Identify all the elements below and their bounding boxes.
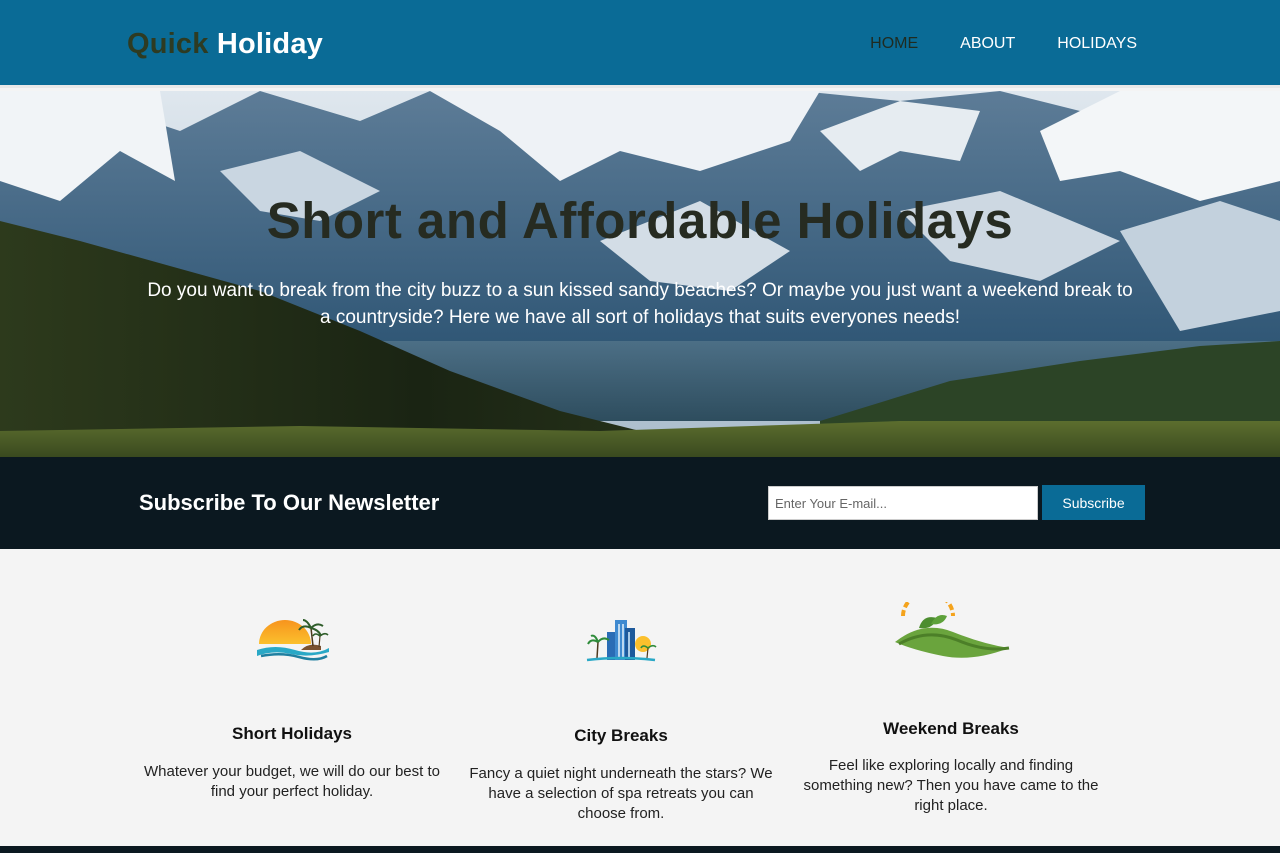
hero-banner: Short and Affordable Holidays Do you wan… xyxy=(0,91,1280,457)
nav-home[interactable]: HOME xyxy=(870,35,918,53)
feature-title: City Breaks xyxy=(574,726,668,745)
main-nav: HOME ABOUT HOLIDAYS xyxy=(870,35,1137,53)
feature-description: Whatever your budget, we will do our bes… xyxy=(144,763,440,800)
feature-title: Weekend Breaks xyxy=(883,719,1019,738)
newsletter-bar: Subscribe To Our Newsletter Subscribe xyxy=(0,457,1280,549)
mountain-landscape-image xyxy=(0,91,1280,457)
logo-part-holiday: Holiday xyxy=(216,28,324,60)
hero-title: Short and Affordable Holidays xyxy=(266,192,1014,249)
feature-weekend-breaks: Weekend Breaks Feel like exploring local… xyxy=(796,600,1106,820)
nav-holidays[interactable]: HOLIDAYS xyxy=(1057,35,1137,53)
feature-description: Fancy a quiet night underneath the stars… xyxy=(469,765,773,822)
beach-sunset-icon xyxy=(257,619,329,661)
nav-about[interactable]: ABOUT xyxy=(960,35,1015,53)
feature-description: Feel like exploring locally and finding … xyxy=(803,757,1099,814)
city-buildings-icon xyxy=(586,620,657,662)
newsletter-title: Subscribe To Our Newsletter xyxy=(139,490,440,515)
email-input[interactable] xyxy=(768,486,1038,520)
feature-short-holidays: Short Holidays Whatever your budget, we … xyxy=(137,600,447,820)
site-logo[interactable]: Quick Holiday xyxy=(127,28,323,61)
countryside-leaf-icon xyxy=(895,602,1010,658)
hero-description: Do you want to break from the city buzz … xyxy=(147,280,1133,328)
site-header: Quick Holiday HOME ABOUT HOLIDAYS xyxy=(0,0,1280,88)
footer-strip xyxy=(0,846,1280,853)
feature-city-breaks: City Breaks Fancy a quiet night undernea… xyxy=(466,600,776,830)
subscribe-button[interactable]: Subscribe xyxy=(1042,485,1145,520)
feature-title: Short Holidays xyxy=(232,724,352,743)
logo-part-quick: Quick xyxy=(127,28,209,60)
